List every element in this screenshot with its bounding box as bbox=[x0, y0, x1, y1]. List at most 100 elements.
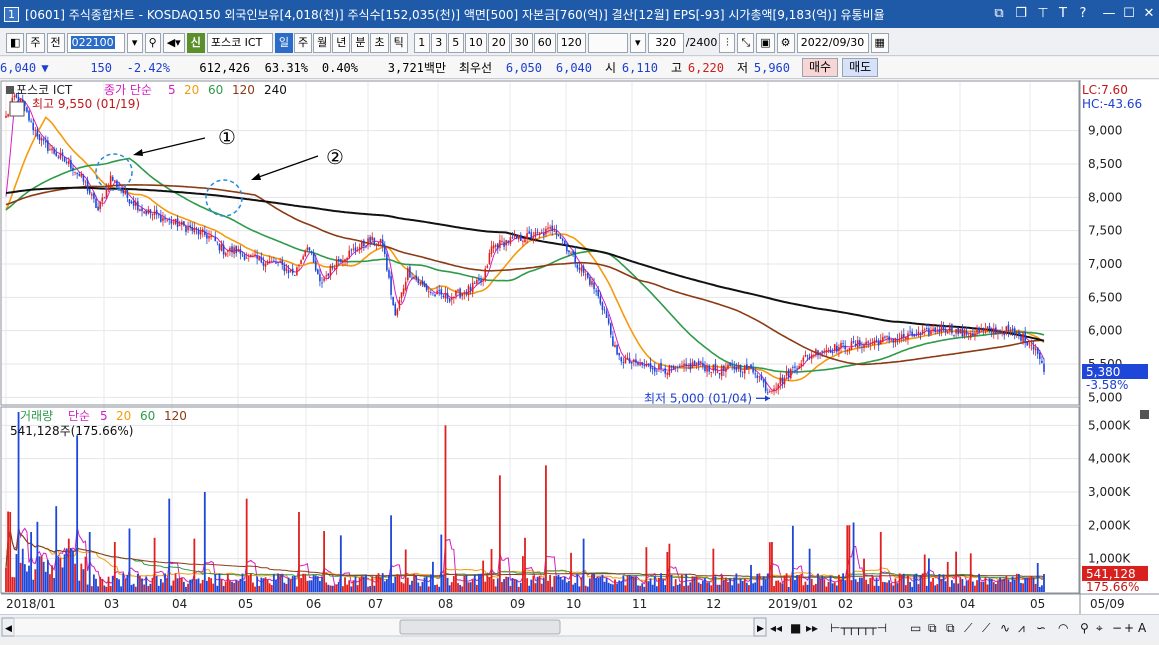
minute-tab[interactable]: 120 bbox=[556, 32, 586, 53]
stop-icon[interactable]: ■ bbox=[790, 621, 801, 635]
minute-tab[interactable]: 60 bbox=[533, 32, 556, 53]
minute-tab[interactable]: 1 bbox=[413, 32, 430, 53]
copy-icon[interactable]: ❐ bbox=[1012, 5, 1030, 23]
draw-zigzag-icon[interactable]: ⩘ bbox=[1018, 621, 1025, 635]
candle-body bbox=[70, 160, 72, 169]
maximize-icon[interactable]: ☐ bbox=[1120, 5, 1138, 23]
period-tab[interactable]: 일 bbox=[274, 32, 293, 53]
minute-dropdown-icon[interactable]: ▾ bbox=[629, 32, 646, 53]
calendar-icon[interactable]: ▦ bbox=[870, 32, 889, 53]
cascade-icon[interactable]: ⧉ bbox=[928, 621, 937, 635]
volume-bar bbox=[591, 574, 593, 592]
sell-button[interactable]: 매도 bbox=[842, 58, 879, 77]
volume-bar bbox=[1017, 573, 1020, 592]
volume-bar bbox=[716, 584, 719, 592]
candle-body bbox=[411, 277, 413, 279]
save-icon[interactable]: ▣ bbox=[756, 32, 775, 53]
minute-custom-input[interactable] bbox=[587, 32, 628, 53]
buy-button[interactable]: 매수 bbox=[802, 58, 839, 77]
count-input[interactable]: 320 bbox=[647, 32, 684, 53]
period-tab[interactable]: 틱 bbox=[389, 32, 408, 53]
current-volume-label: 541,128주(175.66%) bbox=[10, 424, 133, 438]
first-page-icon[interactable]: ◂◂ bbox=[770, 621, 782, 635]
draw-trend-icon[interactable]: ⟋ bbox=[982, 621, 991, 635]
candle-body bbox=[871, 342, 874, 344]
minimize-icon[interactable]: — bbox=[1100, 5, 1118, 23]
stock-chart[interactable]: 5,0005,5006,0006,5007,0007,5008,0008,500… bbox=[0, 80, 1159, 614]
tile-icon[interactable]: ⧉ bbox=[946, 621, 955, 635]
volume-bar bbox=[141, 578, 143, 592]
candle-body bbox=[823, 350, 826, 352]
minute-tab[interactable]: 5 bbox=[447, 32, 464, 53]
last-page-icon[interactable]: ▸▸ bbox=[806, 621, 818, 635]
candle-body bbox=[47, 140, 49, 151]
volume-bar bbox=[44, 571, 47, 592]
candle-body bbox=[812, 355, 815, 357]
volume-bar bbox=[526, 578, 528, 592]
zoom-in-icon[interactable]: + bbox=[1124, 621, 1134, 635]
gear-icon[interactable]: ⚙ bbox=[776, 32, 795, 53]
volume-bar bbox=[1038, 586, 1041, 592]
minute-tab[interactable]: 10 bbox=[464, 32, 487, 53]
stock-name-field[interactable]: 포스코 ICT bbox=[206, 32, 273, 53]
period-tab[interactable]: 주 bbox=[293, 32, 313, 53]
period-tab[interactable]: 분 bbox=[351, 32, 370, 53]
code-dropdown-icon[interactable]: ▾ bbox=[126, 32, 143, 53]
candle-body bbox=[434, 294, 436, 297]
period-tab[interactable]: 초 bbox=[370, 32, 389, 53]
candle-body bbox=[656, 370, 658, 372]
volume-bar bbox=[856, 581, 859, 592]
minute-tab[interactable]: 3 bbox=[430, 32, 447, 53]
candle-body bbox=[166, 219, 168, 221]
candle-body bbox=[725, 368, 727, 372]
zoom-out-icon[interactable]: − bbox=[1112, 621, 1122, 635]
candle-settings-icon[interactable]: ⫶ bbox=[719, 32, 736, 53]
candle-body bbox=[216, 241, 219, 243]
price-ma-period: 120 bbox=[232, 83, 255, 97]
volume-bar bbox=[821, 575, 824, 592]
draw-line-icon[interactable]: ⟋ bbox=[964, 621, 973, 635]
horizontal-scrollbar[interactable] bbox=[13, 617, 755, 637]
search-icon[interactable]: ⚲ bbox=[144, 32, 161, 53]
prev-button[interactable]: 전 bbox=[46, 32, 65, 53]
candle-body bbox=[873, 340, 876, 345]
period-tab[interactable]: 월 bbox=[313, 32, 332, 53]
volume-bar bbox=[216, 585, 219, 592]
draw-arc-icon[interactable]: ◠ bbox=[1058, 621, 1068, 635]
font-size-icon[interactable]: A bbox=[1138, 621, 1147, 635]
period-tab[interactable]: 년 bbox=[332, 32, 351, 53]
volume-bar bbox=[285, 583, 288, 592]
volume-bar bbox=[126, 575, 129, 592]
candle-body bbox=[955, 328, 957, 334]
minute-tab[interactable]: 30 bbox=[510, 32, 533, 53]
close-icon[interactable]: ✕ bbox=[1140, 5, 1158, 23]
speaker-icon[interactable]: ◀▾ bbox=[162, 32, 185, 53]
crosshair-icon[interactable]: ⌖ bbox=[1096, 621, 1103, 635]
trend-icon[interactable]: ⤡ bbox=[737, 32, 755, 53]
period-prefix-select[interactable]: 주 bbox=[26, 32, 45, 53]
draw-curve-icon[interactable]: ∽ bbox=[1036, 621, 1046, 635]
candle-body bbox=[310, 251, 313, 253]
stock-code-input[interactable]: 022100 bbox=[66, 32, 125, 53]
layout-icon[interactable]: ◧ bbox=[6, 32, 25, 53]
zoom-slider-icon[interactable]: ⊢┬┬┬┬┬⊣ bbox=[830, 621, 887, 635]
date-input[interactable]: 2022/09/30 bbox=[796, 32, 869, 53]
candle-body bbox=[371, 236, 374, 241]
link-icon[interactable]: ⧉ bbox=[990, 5, 1008, 23]
scrollbar-thumb[interactable] bbox=[399, 619, 561, 635]
volume-bar bbox=[764, 579, 767, 592]
time-axis-label: 11 bbox=[632, 597, 647, 611]
candle-body bbox=[760, 375, 763, 381]
draw-wave-icon[interactable]: ∿ bbox=[1000, 621, 1010, 635]
help-icon[interactable]: ? bbox=[1074, 5, 1092, 23]
candle-body bbox=[488, 253, 491, 264]
volume-bar bbox=[944, 581, 947, 592]
volume-bar bbox=[689, 582, 692, 592]
minute-tab[interactable]: 20 bbox=[487, 32, 510, 53]
magnifier-icon[interactable]: ⚲ bbox=[1080, 621, 1089, 635]
candle-body bbox=[210, 235, 212, 238]
font-icon[interactable]: T bbox=[1054, 5, 1072, 23]
volume-bar bbox=[344, 577, 346, 592]
pin-icon[interactable]: ⊤ bbox=[1034, 5, 1052, 23]
window-icon[interactable]: ▭ bbox=[910, 621, 921, 635]
